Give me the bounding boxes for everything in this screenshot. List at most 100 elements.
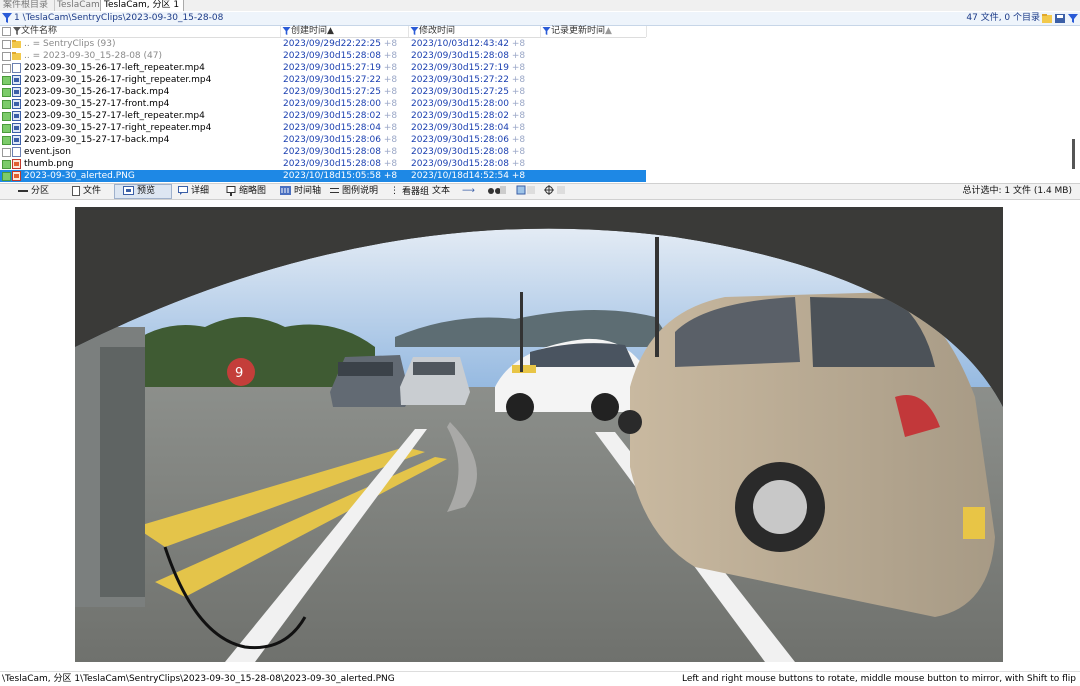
tab-teslacam-partition-1[interactable]: TeslaCam, 分区 1 [100,0,184,11]
legend-button[interactable]: 图例说明 [330,185,378,198]
file-icon [12,147,21,157]
column-label: 创建时间 [291,26,328,36]
table-row[interactable]: 2023-09-30_15-27-17-back.mp4 2023/09/30d… [0,134,646,146]
tab-teslacam[interactable]: TeslaCam [54,0,103,11]
folder-icon [12,40,21,48]
filter-funnel-icon[interactable] [542,27,551,35]
table-row[interactable]: 2023-09-30_15-26-17-back.mp4 2023/09/30d… [0,86,646,98]
column-record-updated[interactable]: 记录更新时间▲ [542,26,647,37]
file-path: \TeslaCam, 分区 1\TeslaCam\SentryClips\202… [2,674,395,684]
tab-label: TeslaCam [57,0,100,10]
file-name: 2023-09-30_15-27-17-left_repeater.mp4 [24,111,205,121]
text-button[interactable]: 文本 [432,185,450,198]
document-icon [72,185,80,196]
row-checkbox[interactable] [2,112,11,121]
video-file-icon [12,135,21,145]
table-row[interactable]: .. = 2023-09-30_15-28-08 (47) 2023/09/30… [0,50,646,62]
arrow-icon[interactable]: ⟶ [462,185,475,198]
video-file-icon [12,75,21,85]
column-label: 文件名称 [21,26,58,36]
video-file-icon [12,123,21,133]
details-button[interactable]: 详细 [178,185,209,198]
viewer-group-button[interactable]: ⋮ 看器组 [390,185,429,198]
row-checkbox[interactable] [2,136,11,145]
partition-button[interactable]: 分区 [18,185,49,198]
filter-funnel-icon[interactable] [13,27,21,35]
modified-time: 2023/09/30d15:28:00 +8 [411,99,526,109]
column-name[interactable]: 文件名称 [0,26,281,37]
row-checkbox[interactable] [2,172,11,181]
created-time: 2023/09/30d15:28:08 +8 [283,159,398,169]
table-row[interactable]: 2023-09-30_15-26-17-right_repeater.mp4 2… [0,74,646,86]
row-checkbox[interactable] [2,76,11,85]
filter-funnel-icon[interactable] [2,13,12,23]
rotate-hint: Left and right mouse buttons to rotate, … [681,674,1076,684]
modified-time: 2023/09/30d15:27:19 +8 [411,63,526,73]
thumbnail-icon [226,185,236,196]
filter-funnel-icon [1068,14,1078,23]
table-row[interactable]: thumb.png 2023/09/30d15:28:08 +8 2023/09… [0,158,646,170]
table-row[interactable]: 2023-09-30_15-27-17-right_repeater.mp4 2… [0,122,646,134]
vertical-scrollbar[interactable] [1069,26,1077,182]
sentry-camera-image: 9 [75,207,1003,662]
current-path: 1 \TeslaCam\SentryClips\2023-09-30_15-28… [14,13,224,23]
file-icon [12,63,21,73]
video-file-icon [12,111,21,121]
list-icon [330,188,339,193]
created-time: 2023/10/18d15:05:58 +8 [283,171,398,181]
row-checkbox[interactable] [2,88,11,97]
preview-icon [123,186,134,195]
table-row[interactable]: event.json 2023/09/30d15:28:08 +8 2023/0… [0,146,646,158]
table-row-selected[interactable]: 2023-09-30_alerted.PNG 2023/10/18d15:05:… [0,170,646,182]
parked-car-dark [330,355,410,407]
toolbar-icons [1042,14,1078,23]
column-label: 修改时间 [419,26,456,36]
timeline-icon [280,186,291,195]
row-checkbox[interactable] [2,100,11,109]
tab-strip: 案件根目录 TeslaCam TeslaCam, 分区 1 [0,0,1080,11]
scrollbar-thumb[interactable] [1072,139,1075,169]
column-created[interactable]: 创建时间▲ [282,26,409,37]
modified-time: 2023/09/30d15:28:02 +8 [411,111,526,121]
minus-icon [18,189,28,192]
table-row[interactable]: 2023-09-30_15-27-17-front.mp4 2023/09/30… [0,98,646,110]
row-checkbox[interactable] [2,148,11,157]
modified-time: 2023/09/30d15:28:08 +8 [411,147,526,157]
binoculars-icon[interactable] [488,185,506,198]
file-name: 2023-09-30_15-26-17-right_repeater.mp4 [24,75,212,85]
sort-asc-icon: ▲ [327,26,334,36]
properties-icon[interactable] [516,185,536,198]
created-time: 2023/09/30d15:28:06 +8 [283,135,398,145]
created-time: 2023/09/29d22:22:25 +8 [283,39,398,49]
modified-time: 2023/09/30d15:27:22 +8 [411,75,526,85]
row-checkbox[interactable] [2,52,11,61]
image-preview[interactable]: 9 [75,207,1003,662]
timeline-button[interactable]: 时间轴 [280,185,321,198]
filter-funnel-icon[interactable] [410,27,419,35]
sign-digit: 9 [235,366,243,381]
row-checkbox[interactable] [2,124,11,133]
view-toolbar: 分区 文件 预览 详细 缩略图 时间轴 图例说明 ⋮ 看器组 文本 ⟶ 总计选中:… [0,183,1080,200]
file-name: 2023-09-30_15-27-17-right_repeater.mp4 [24,123,212,133]
sort-asc-icon: ▲ [605,26,612,36]
column-modified[interactable]: 修改时间 [410,26,541,37]
modified-time: 2023/09/30d15:27:25 +8 [411,87,526,97]
created-time: 2023/09/30d15:27:22 +8 [283,75,398,85]
created-time: 2023/09/30d15:28:04 +8 [283,123,398,133]
row-checkbox[interactable] [2,64,11,73]
table-row[interactable]: 2023-09-30_15-26-17-left_repeater.mp4 20… [0,62,646,74]
file-name: .. = 2023-09-30_15-28-08 (47) [24,51,162,61]
table-row[interactable]: 2023-09-30_15-27-17-left_repeater.mp4 20… [0,110,646,122]
path-bar: 1 \TeslaCam\SentryClips\2023-09-30_15-28… [0,12,1080,26]
file-button[interactable]: 文件 [72,185,101,198]
filter-funnel-icon[interactable] [282,27,291,35]
preview-button[interactable]: 预览 [114,184,172,199]
folder-icon [12,52,21,60]
tab-case-root[interactable]: 案件根目录 [0,0,55,11]
select-all-checkbox[interactable] [2,27,11,36]
row-checkbox[interactable] [2,40,11,49]
crosshair-icon[interactable] [544,185,568,198]
gallery-button[interactable]: 缩略图 [226,185,266,198]
row-checkbox[interactable] [2,160,11,169]
table-row[interactable]: .. = SentryClips (93) 2023/09/29d22:22:2… [0,38,646,50]
